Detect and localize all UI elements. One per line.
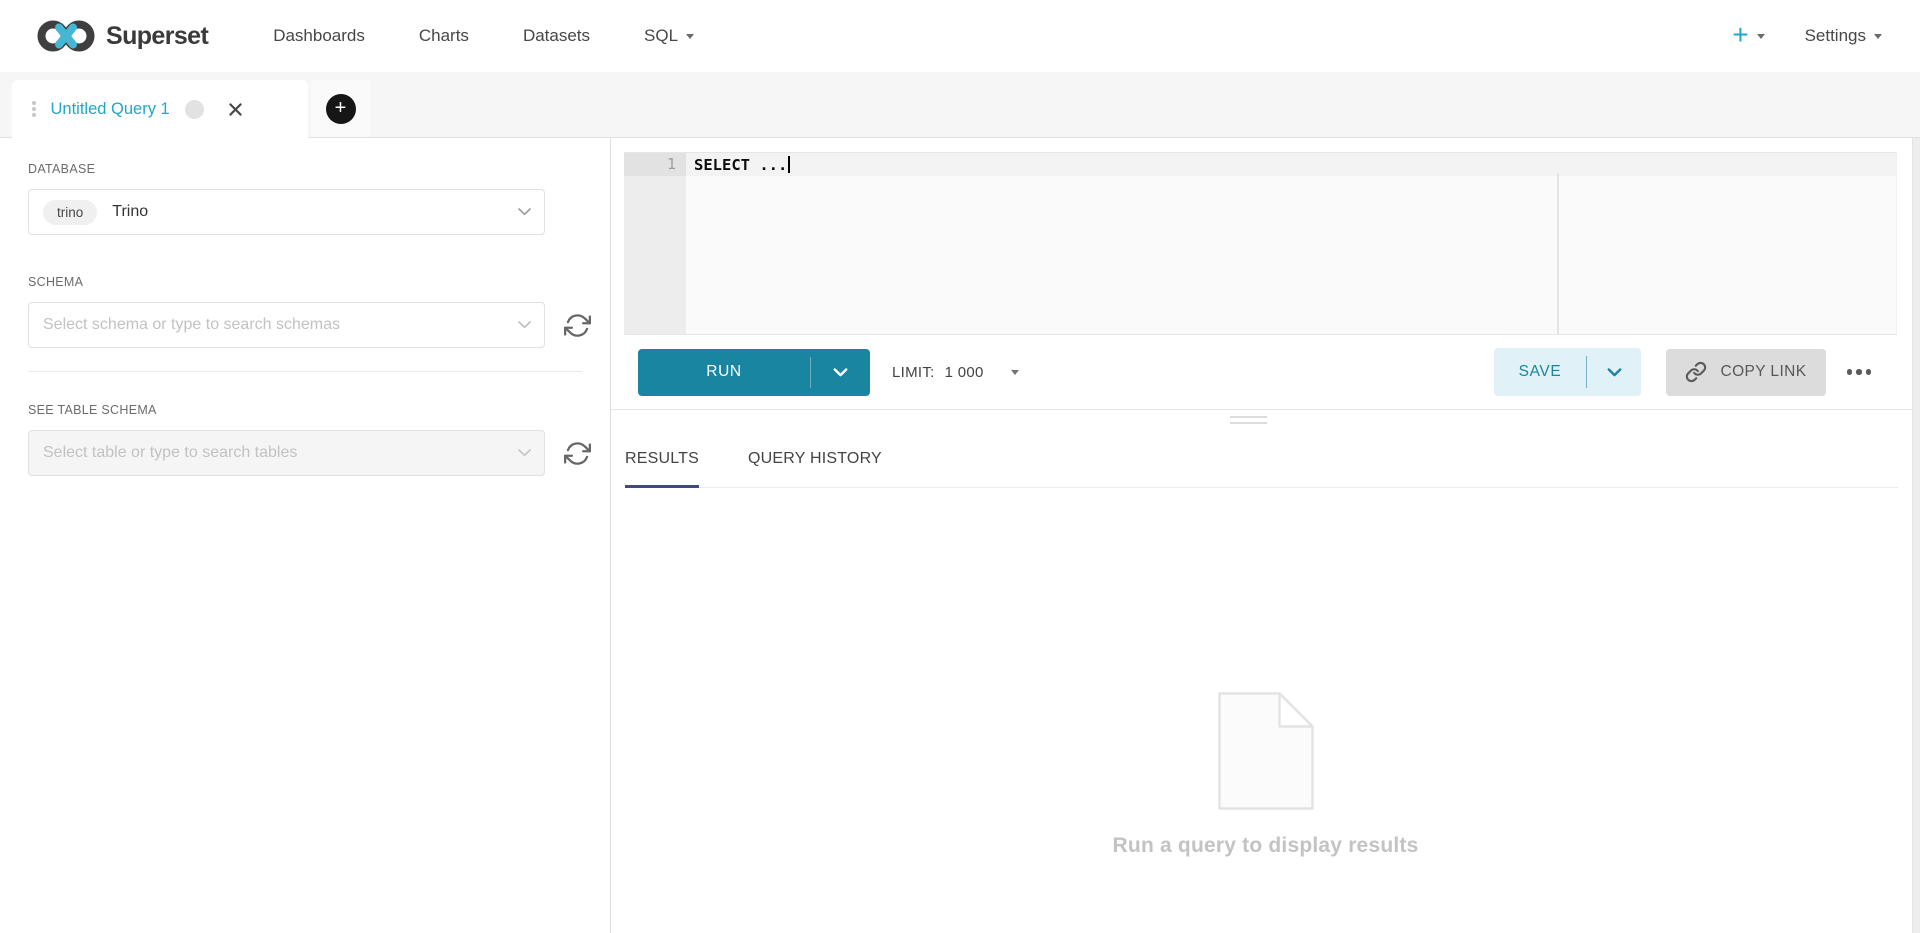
chevron-down-icon <box>1757 34 1765 39</box>
table-select[interactable]: Select table or type to search tables <box>28 430 545 476</box>
refresh-tables-icon[interactable] <box>560 436 595 471</box>
print-margin-line <box>1557 173 1559 334</box>
new-item-dropdown[interactable]: + <box>1732 24 1764 49</box>
sql-text: SELECT ... <box>694 156 787 174</box>
tab-drag-handle-icon <box>32 101 36 117</box>
sql-editor-pane: 1 SELECT ... RUN <box>611 138 1920 933</box>
empty-document-icon <box>1218 692 1314 810</box>
main-nav: Dashboards Charts Datasets SQL <box>246 26 721 46</box>
editor-code-area[interactable]: SELECT ... <box>686 153 1896 334</box>
database-label: DATABASE <box>28 162 610 176</box>
superset-logo[interactable]: Superset <box>37 19 208 53</box>
nav-sql-dropdown[interactable]: SQL <box>617 26 721 46</box>
save-options-caret[interactable] <box>1587 348 1641 396</box>
chevron-down-icon <box>1607 368 1622 377</box>
more-options-button[interactable] <box>1841 359 1878 385</box>
results-pane: RESULTS QUERY HISTORY Run a query to dis… <box>611 410 1920 933</box>
navbar: Superset Dashboards Charts Datasets SQL … <box>0 0 1920 72</box>
schema-label: SCHEMA <box>28 275 610 289</box>
query-status-dot <box>185 100 204 119</box>
tab-title: Untitled Query 1 <box>51 100 170 119</box>
pane-resize-handle[interactable] <box>1228 414 1269 426</box>
refresh-schemas-icon[interactable] <box>560 308 595 343</box>
database-name: Trino <box>112 203 148 221</box>
line-number: 1 <box>624 153 686 176</box>
chevron-down-icon <box>518 321 531 329</box>
chevron-down-icon <box>518 208 531 216</box>
run-options-caret[interactable] <box>811 349 870 396</box>
active-tab-ink-bar <box>625 485 699 489</box>
scrollbar[interactable] <box>1912 138 1920 933</box>
run-button[interactable]: RUN <box>638 349 870 396</box>
run-label: RUN <box>638 349 810 396</box>
plus-icon: + <box>1732 21 1748 49</box>
query-tab-bar: Untitled Query 1 + <box>0 72 1920 138</box>
new-tab-button[interactable]: + <box>326 94 356 124</box>
save-button[interactable]: SAVE <box>1494 348 1642 396</box>
save-label: SAVE <box>1494 348 1586 396</box>
database-select[interactable]: trino Trino <box>28 189 545 235</box>
schema-select[interactable]: Select schema or type to search schemas <box>28 302 545 348</box>
link-icon <box>1685 361 1707 383</box>
text-cursor <box>788 156 790 173</box>
empty-results-state: Run a query to display results <box>611 488 1920 933</box>
table-schema-label: SEE TABLE SCHEMA <box>28 403 610 417</box>
database-backend-pill: trino <box>43 200 97 225</box>
sidebar-divider <box>28 371 582 372</box>
superset-infinity-icon <box>37 19 95 53</box>
chevron-down-icon <box>518 449 531 457</box>
chevron-down-icon <box>686 34 694 39</box>
sqllab-sidebar: DATABASE trino Trino SCHEMA Select schem… <box>0 138 611 933</box>
table-placeholder: Select table or type to search tables <box>43 444 297 462</box>
chevron-down-icon <box>1874 34 1882 39</box>
sql-lab-page: Superset Dashboards Charts Datasets SQL … <box>0 0 1920 933</box>
caret-down-icon <box>1011 370 1019 375</box>
tab-query-history[interactable]: QUERY HISTORY <box>748 450 882 487</box>
empty-results-message: Run a query to display results <box>1113 834 1419 858</box>
limit-dropdown[interactable]: LIMIT: 1 000 <box>892 364 1019 381</box>
tab-results[interactable]: RESULTS <box>625 450 699 487</box>
results-tab-bar: RESULTS QUERY HISTORY <box>625 450 1898 488</box>
close-tab-icon[interactable] <box>228 102 243 117</box>
nav-dashboards[interactable]: Dashboards <box>246 26 392 46</box>
copy-link-button[interactable]: COPY LINK <box>1666 349 1825 396</box>
schema-placeholder: Select schema or type to search schemas <box>43 316 340 334</box>
editor-gutter: 1 <box>624 153 686 334</box>
limit-value: 1 000 <box>945 364 984 381</box>
settings-dropdown[interactable]: Settings <box>1805 26 1882 46</box>
sql-editor[interactable]: 1 SELECT ... <box>624 152 1897 335</box>
new-tab-area: + <box>311 80 370 137</box>
brand-name: Superset <box>106 22 208 51</box>
editor-toolbar: RUN LIMIT: 1 000 SAVE <box>611 335 1920 410</box>
nav-datasets[interactable]: Datasets <box>496 26 617 46</box>
chevron-down-icon <box>833 368 848 377</box>
tab-untitled-query[interactable]: Untitled Query 1 <box>12 80 308 138</box>
nav-charts[interactable]: Charts <box>392 26 496 46</box>
